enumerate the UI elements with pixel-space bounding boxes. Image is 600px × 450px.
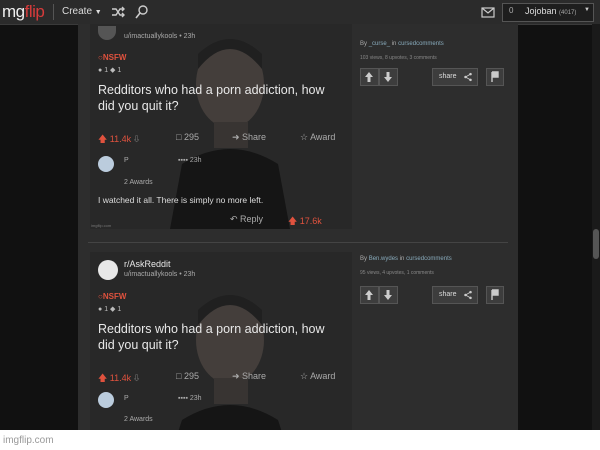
scrollbar-thumb[interactable]: [593, 229, 599, 259]
share-action: ➜ Share: [232, 371, 267, 381]
downvote-button[interactable]: [379, 286, 398, 304]
downvote-button[interactable]: [379, 68, 398, 86]
author-link[interactable]: _curse_: [369, 41, 390, 47]
reply-vote-count: 🡅 17.6k: [288, 216, 322, 226]
reply-time: ▪▪▪▪ 23h: [178, 395, 202, 402]
arrow-up-icon: [365, 290, 373, 300]
commenter-avatar: [98, 156, 114, 172]
screenshot: mgflip Create ▼ 0 Jojoban (4017) ▼ u/ima…: [0, 0, 600, 430]
search-icon[interactable]: [134, 4, 150, 20]
reply-user: P: [124, 157, 129, 164]
post-title: Redditors who had a porn addiction, how …: [98, 83, 325, 113]
create-label: Create: [62, 6, 93, 17]
arrow-up-icon: [365, 72, 373, 82]
upvote-count: 🡅 11.4k ⇩: [98, 373, 140, 383]
user-menu[interactable]: 0 Jojoban (4017) ▼: [502, 3, 594, 22]
stream-link[interactable]: cursedcomments: [398, 41, 444, 47]
share-button[interactable]: share: [432, 286, 478, 304]
reply-user: P: [124, 395, 129, 402]
logo-flip-text: flip: [24, 2, 45, 21]
share-action: ➜ Share: [232, 132, 267, 142]
logo-text: mg: [2, 2, 25, 21]
upvote-button[interactable]: [360, 286, 379, 304]
shuffle-icon[interactable]: [110, 4, 126, 20]
nav-divider: [53, 4, 54, 20]
reply-text: I watched it all. There is simply no mor…: [98, 195, 264, 205]
author-link[interactable]: Ben.wydes: [369, 256, 398, 262]
arrow-down-icon: [384, 290, 392, 300]
comment-count: □ 295: [176, 132, 199, 142]
reply-awards: 2 Awards: [124, 179, 153, 186]
share-icon: [464, 72, 472, 82]
commenter-avatar: [98, 392, 114, 408]
meme-image[interactable]: r/AskReddit u/imactuallykools • 23h ○NSF…: [90, 252, 352, 430]
footer-watermark: imgflip.com: [3, 435, 54, 446]
subreddit-name: r/AskReddit: [124, 259, 171, 269]
flag-icon: [491, 289, 499, 300]
award-count: ● 1 ◆ 1: [98, 67, 122, 74]
site-logo[interactable]: mgflip: [2, 2, 45, 22]
reply-awards: 2 Awards: [124, 416, 153, 423]
stream-link[interactable]: cursedcomments: [406, 256, 452, 262]
chevron-down-icon: ▼: [94, 9, 102, 16]
nsfw-badge: ○NSFW: [98, 53, 127, 62]
post-title: Redditors who had a porn addiction, how …: [98, 322, 325, 352]
post-byline: By Ben.wydes in cursedcomments: [360, 256, 452, 262]
reddit-avatar: [98, 260, 118, 280]
post-stats: 103 views, 8 upvotes, 3 comments: [360, 55, 437, 61]
post-author: u/imactuallykools • 23h: [124, 33, 196, 40]
arrow-down-icon: [384, 72, 392, 82]
comment-count: □ 295: [176, 371, 199, 381]
image-watermark: imgflip.com: [91, 223, 112, 228]
share-button[interactable]: share: [432, 68, 478, 86]
username: Jojoban (4017): [525, 6, 577, 16]
upvote-count: 🡅 11.4k ⇩: [98, 134, 140, 144]
reply-time: ▪▪▪▪ 23h: [178, 157, 202, 164]
award-action: ☆ Award: [300, 132, 336, 142]
award-count: ● 1 ◆ 1: [98, 306, 122, 313]
chevron-down-icon: ▼: [584, 7, 590, 13]
post-author: u/imactuallykools • 23h: [124, 271, 196, 278]
meme-image[interactable]: u/imactuallykools • 23h ○NSFW ● 1 ◆ 1 Re…: [90, 24, 352, 229]
award-action: ☆ Award: [300, 371, 336, 381]
page-scrollbar[interactable]: [592, 24, 600, 430]
upvote-button[interactable]: [360, 68, 379, 86]
post-byline: By _curse_ in cursedcomments: [360, 41, 444, 47]
post-stats: 95 views, 4 upvotes, 1 comments: [360, 270, 434, 276]
top-nav-bar: mgflip Create ▼ 0 Jojoban (4017) ▼: [0, 0, 600, 25]
share-icon: [464, 290, 472, 300]
meme-stream: u/imactuallykools • 23h ○NSFW ● 1 ◆ 1 Re…: [78, 24, 518, 430]
nsfw-badge: ○NSFW: [98, 292, 127, 301]
flag-icon: [491, 71, 499, 82]
reply-button: ↶ Reply: [230, 214, 264, 224]
post-divider: [88, 242, 508, 243]
flag-button[interactable]: [486, 286, 504, 304]
create-menu-button[interactable]: Create ▼: [58, 2, 106, 21]
flag-button[interactable]: [486, 68, 504, 86]
mail-icon[interactable]: [480, 4, 496, 20]
notification-count: 0: [509, 6, 514, 15]
